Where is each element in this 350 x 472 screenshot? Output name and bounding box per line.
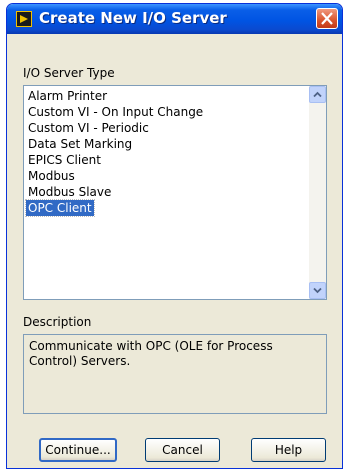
chevron-down-icon xyxy=(313,287,322,294)
close-button[interactable] xyxy=(316,8,338,29)
labview-icon xyxy=(16,11,32,27)
close-icon xyxy=(321,12,333,25)
description-text: Communicate with OPC (OLE for Process Co… xyxy=(23,334,327,414)
create-io-server-dialog: Create New I/O Server I/O Server Type Al… xyxy=(6,3,343,469)
server-type-list: Alarm Printer Custom VI - On Input Chang… xyxy=(25,88,308,217)
server-type-label: I/O Server Type xyxy=(23,66,115,80)
list-item[interactable]: Custom VI - Periodic xyxy=(26,120,308,136)
list-scrollbar[interactable] xyxy=(309,86,326,299)
window-title: Create New I/O Server xyxy=(39,9,227,27)
list-item[interactable]: Alarm Printer xyxy=(26,88,308,104)
help-button[interactable]: Help xyxy=(251,438,326,462)
description-label: Description xyxy=(23,315,92,329)
cancel-button[interactable]: Cancel xyxy=(145,438,220,462)
title-bar[interactable]: Create New I/O Server xyxy=(7,4,342,34)
continue-button[interactable]: Continue... xyxy=(39,438,117,462)
list-item[interactable]: Modbus xyxy=(26,168,308,184)
list-item[interactable]: Data Set Marking xyxy=(26,136,308,152)
chevron-up-icon xyxy=(313,91,322,98)
list-item[interactable]: EPICS Client xyxy=(26,152,308,168)
list-item-selected[interactable]: OPC Client xyxy=(25,199,95,217)
server-type-listbox[interactable]: Alarm Printer Custom VI - On Input Chang… xyxy=(23,85,327,300)
list-item[interactable]: Custom VI - On Input Change xyxy=(26,104,308,120)
scroll-down-button[interactable] xyxy=(309,282,326,299)
list-item[interactable]: Modbus Slave xyxy=(26,184,308,200)
scroll-up-button[interactable] xyxy=(309,86,326,103)
